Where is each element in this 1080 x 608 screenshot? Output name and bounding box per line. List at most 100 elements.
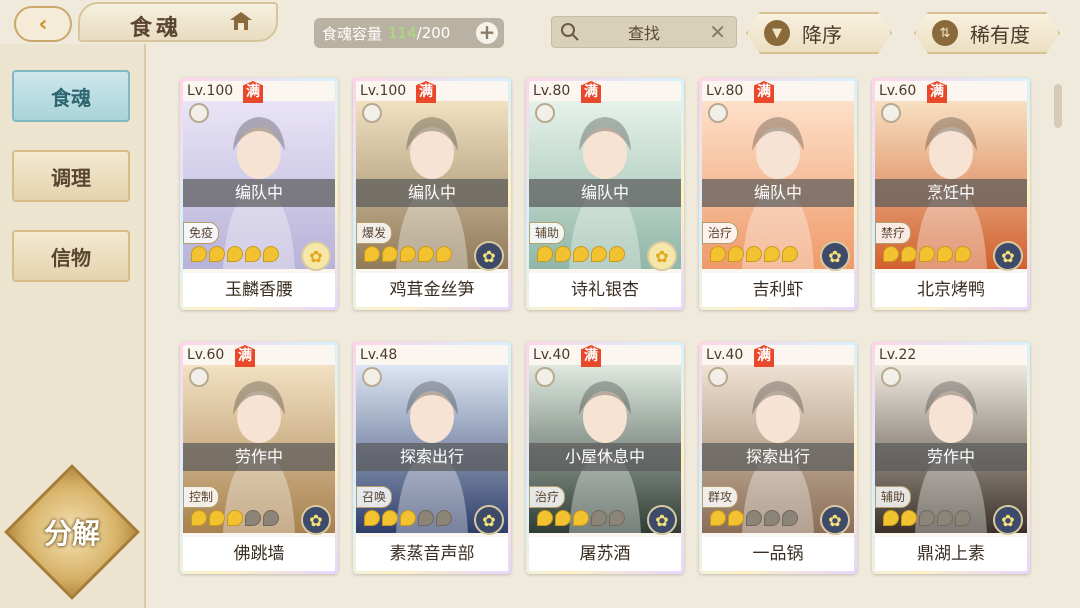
sort-toggle-icon: ⇅ [932, 20, 958, 46]
flower-emblem-icon: ✿ [647, 241, 677, 271]
status-banner: 探索出行 [702, 443, 854, 471]
star-filled-icon [418, 246, 434, 262]
status-banner: 编队中 [356, 179, 508, 207]
tab-label: 信物 [51, 245, 91, 270]
role-tag: 爆发 [356, 222, 393, 244]
level-label: Lv.60 [879, 83, 917, 99]
food-soul-grid: Lv.100 满编队中 免疫 ✿ 玉麟香腰 Lv.100 满编队中 爆发 ✿ 鸡茸金丝笋 Lv.80… [180, 78, 1030, 578]
star-empty-icon [436, 510, 452, 526]
star-filled-icon [609, 246, 625, 262]
star-empty-icon [937, 510, 953, 526]
mood-face-icon [535, 367, 555, 387]
food-soul-card[interactable]: Lv.60 满烹饪中 禁疗 ✿ 北京烤鸭 [872, 78, 1030, 310]
star-filled-icon [746, 246, 762, 262]
max-level-badge: 满 [235, 345, 255, 367]
star-filled-icon [191, 246, 207, 262]
star-filled-icon [728, 510, 744, 526]
star-empty-icon [245, 510, 261, 526]
mood-face-icon [535, 103, 555, 123]
tab-token[interactable]: 信物 [12, 230, 130, 282]
star-filled-icon [955, 246, 971, 262]
food-soul-card[interactable]: Lv.100 满编队中 免疫 ✿ 玉麟香腰 [180, 78, 338, 310]
star-rating [883, 510, 971, 526]
star-filled-icon [883, 246, 899, 262]
star-filled-icon [382, 246, 398, 262]
decompose-label[interactable]: 分解 [24, 512, 120, 552]
capacity-add-button[interactable]: + [476, 22, 498, 44]
star-filled-icon [227, 510, 243, 526]
sort-order-label: 降序 [802, 22, 842, 47]
max-level-badge: 满 [243, 81, 263, 103]
food-soul-card[interactable]: Lv.40 满探索出行 群攻 ✿ 一品锅 [699, 342, 857, 574]
food-soul-card[interactable]: Lv.22 劳作中 辅助 ✿ 鼎湖上素 [872, 342, 1030, 574]
level-label: Lv.100 [187, 83, 234, 99]
food-soul-card[interactable]: Lv.60 满劳作中 控制 ✿ 佛跳墙 [180, 342, 338, 574]
flower-emblem-icon: ✿ [820, 505, 850, 535]
star-filled-icon [400, 510, 416, 526]
search-box[interactable]: 查找 ✕ [551, 16, 737, 48]
star-filled-icon [209, 246, 225, 262]
page-title: 食魂 [130, 16, 183, 41]
level-label: Lv.40 [533, 347, 571, 363]
tab-seasoning[interactable]: 调理 [12, 150, 130, 202]
sort-rarity-label: 稀有度 [970, 22, 1030, 47]
star-rating [191, 510, 279, 526]
star-filled-icon [573, 246, 589, 262]
character-name: 诗礼银杏 [529, 273, 681, 307]
tab-label: 食魂 [51, 85, 91, 110]
star-filled-icon [209, 510, 225, 526]
tab-food-soul[interactable]: 食魂 [12, 70, 130, 122]
capacity-display: 食魂容量 114 /200 + [314, 18, 504, 48]
chevron-down-icon: ▼ [764, 20, 790, 46]
role-tag: 治疗 [529, 486, 566, 508]
mood-face-icon [881, 367, 901, 387]
star-filled-icon [710, 510, 726, 526]
status-banner: 小屋休息中 [529, 443, 681, 471]
mood-face-icon [708, 103, 728, 123]
flower-emblem-icon: ✿ [647, 505, 677, 535]
character-name: 佛跳墙 [183, 537, 335, 571]
character-name: 鼎湖上素 [875, 537, 1027, 571]
star-filled-icon [191, 510, 207, 526]
sort-rarity-button[interactable]: ⇅ 稀有度 [914, 12, 1060, 54]
scrollbar[interactable] [1054, 84, 1062, 128]
star-filled-icon [591, 246, 607, 262]
role-tag: 免疫 [183, 222, 220, 244]
role-tag: 控制 [183, 486, 220, 508]
food-soul-card[interactable]: Lv.40 满小屋休息中 治疗 ✿ 屠苏酒 [526, 342, 684, 574]
star-filled-icon [227, 246, 243, 262]
character-name: 鸡茸金丝笋 [356, 273, 508, 307]
star-empty-icon [955, 510, 971, 526]
back-arrow-icon: ‹ [38, 11, 48, 37]
house-icon [228, 10, 254, 32]
star-empty-icon [764, 510, 780, 526]
star-filled-icon [919, 246, 935, 262]
max-level-badge: 满 [416, 81, 436, 103]
capacity-label: 食魂容量 [322, 24, 383, 43]
star-filled-icon [710, 246, 726, 262]
character-name: 北京烤鸭 [875, 273, 1027, 307]
star-empty-icon [919, 510, 935, 526]
food-soul-card[interactable]: Lv.80 满编队中 辅助 ✿ 诗礼银杏 [526, 78, 684, 310]
back-button[interactable]: ‹ [14, 6, 72, 42]
search-icon [561, 23, 579, 41]
star-filled-icon [782, 246, 798, 262]
star-filled-icon [382, 510, 398, 526]
sort-order-button[interactable]: ▼ 降序 [746, 12, 892, 54]
star-filled-icon [537, 510, 553, 526]
star-filled-icon [901, 246, 917, 262]
role-tag: 禁疗 [875, 222, 912, 244]
flower-emblem-icon: ✿ [993, 241, 1023, 271]
star-filled-icon [555, 246, 571, 262]
food-soul-card[interactable]: Lv.100 满编队中 爆发 ✿ 鸡茸金丝笋 [353, 78, 511, 310]
character-name: 屠苏酒 [529, 537, 681, 571]
clear-search-icon[interactable]: ✕ [709, 20, 726, 44]
level-label: Lv.100 [360, 83, 407, 99]
flower-emblem-icon: ✿ [301, 505, 331, 535]
star-filled-icon [537, 246, 553, 262]
food-soul-card[interactable]: Lv.48 探索出行 召唤 ✿ 素蒸音声部 [353, 342, 511, 574]
star-rating [364, 246, 452, 262]
star-empty-icon [782, 510, 798, 526]
food-soul-card[interactable]: Lv.80 满编队中 治疗 ✿ 吉利虾 [699, 78, 857, 310]
star-filled-icon [364, 510, 380, 526]
